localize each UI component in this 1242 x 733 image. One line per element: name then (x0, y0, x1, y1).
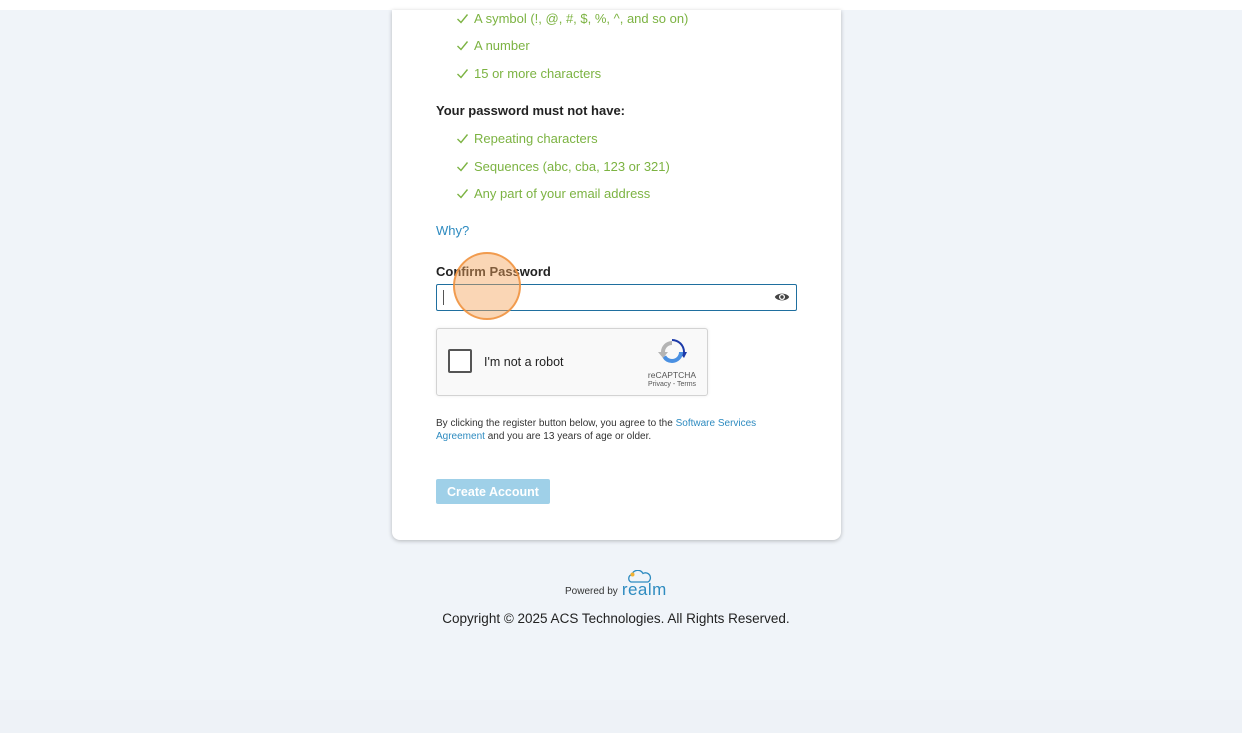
why-link[interactable]: Why? (436, 223, 469, 238)
requirement-text: A number (474, 37, 530, 53)
requirement-no-repeating: Repeating characters (456, 128, 598, 148)
create-account-button[interactable]: Create Account (436, 479, 550, 504)
realm-wordmark: realm (621, 580, 667, 599)
eye-icon[interactable] (774, 291, 790, 303)
recaptcha-brand: reCAPTCHA (647, 370, 697, 380)
check-icon (457, 13, 469, 24)
requirement-text: 15 or more characters (474, 65, 602, 81)
requirement-symbol: A symbol (!, @, #, $, %, ^, and so on) (456, 8, 688, 28)
requirement-text: A symbol (!, @, #, $, %, ^, and so on) (474, 10, 689, 26)
check-icon (457, 40, 469, 51)
recaptcha-checkbox[interactable] (448, 349, 472, 373)
requirement-length: 15 or more characters (456, 63, 601, 83)
requirement-text: Sequences (abc, cba, 123 or 321) (474, 158, 670, 174)
agreement-prefix: By clicking the register button below, y… (436, 418, 676, 429)
check-icon (457, 161, 469, 172)
confirm-password-input[interactable] (436, 284, 797, 311)
powered-by: Powered by realm (565, 570, 667, 600)
recaptcha-links: Privacy - Terms (641, 381, 703, 388)
recaptcha-label: I'm not a robot (484, 355, 564, 369)
requirement-text: Repeating characters (474, 130, 598, 146)
check-icon (457, 133, 469, 144)
copyright-text: Copyright © 2025 ACS Technologies. All R… (442, 611, 790, 626)
check-icon (457, 68, 469, 79)
realm-logo: realm (621, 570, 667, 600)
check-icon (457, 188, 469, 199)
page-bottom-strip (0, 700, 1242, 733)
requirement-no-sequences: Sequences (abc, cba, 123 or 321) (456, 156, 670, 176)
agreement-text: By clicking the register button below, y… (436, 417, 786, 443)
text-caret (443, 290, 444, 305)
recaptcha-logo-icon (658, 339, 687, 363)
requirement-no-email: Any part of your email address (456, 183, 650, 203)
confirm-password-label: Confirm Password (436, 264, 551, 279)
recaptcha-terms-link[interactable]: Terms (677, 381, 696, 388)
agreement-suffix: and you are 13 years of age or older. (484, 431, 652, 442)
recaptcha-widget: I'm not a robot reCAPTCHA Privacy - Term… (436, 328, 708, 396)
must-not-have-heading: Your password must not have: (436, 103, 626, 118)
requirement-text: Any part of your email address (474, 185, 651, 201)
powered-by-text: Powered by (565, 586, 618, 597)
requirement-number: A number (456, 35, 530, 55)
recaptcha-privacy-link[interactable]: Privacy (648, 381, 671, 388)
